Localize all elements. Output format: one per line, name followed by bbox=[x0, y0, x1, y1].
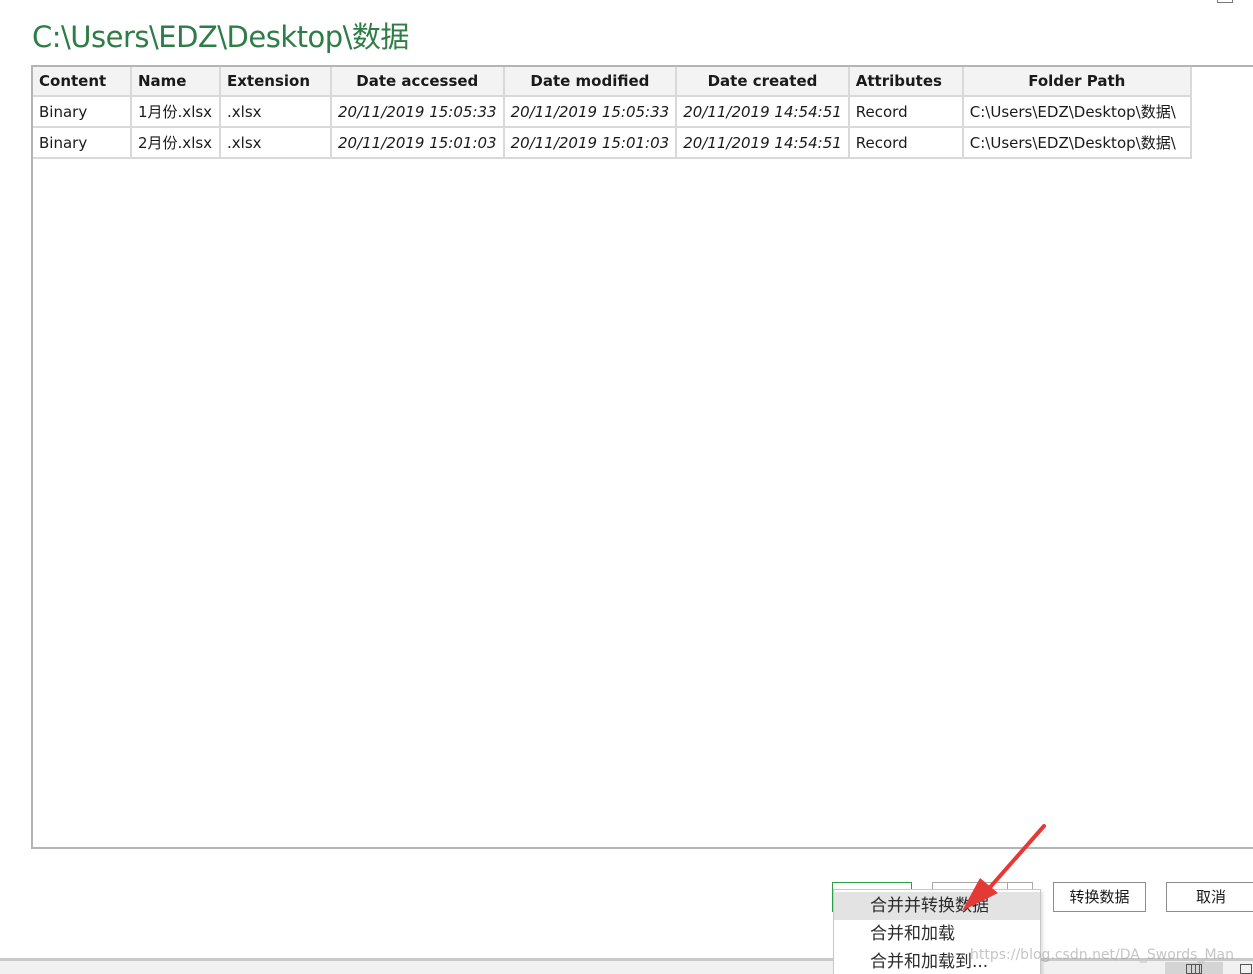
window-corner-icon bbox=[1217, 0, 1233, 3]
data-preview-grid[interactable]: Content Name Extension Date accessed Dat… bbox=[31, 65, 1253, 849]
cell-date-modified: 20/11/2019 15:01:03 bbox=[503, 127, 678, 159]
data-table: Content Name Extension Date accessed Dat… bbox=[33, 67, 1192, 159]
navigator-dialog: C:\Users\EDZ\Desktop\数据 Content Name Ext… bbox=[0, 0, 1253, 974]
column-header-content[interactable]: Content bbox=[33, 67, 132, 97]
column-header-name[interactable]: Name bbox=[131, 67, 221, 97]
column-header-date-accessed[interactable]: Date accessed bbox=[331, 67, 505, 97]
column-header-folder-path[interactable]: Folder Path bbox=[962, 67, 1192, 97]
cell-date-accessed: 20/11/2019 15:01:03 bbox=[331, 127, 505, 159]
cell-name: 2月份.xlsx bbox=[131, 127, 221, 159]
cell-attributes[interactable]: Record bbox=[848, 96, 964, 128]
header-row: Content Name Extension Date accessed Dat… bbox=[33, 67, 1192, 97]
transform-data-button[interactable]: 转换数据 bbox=[1053, 882, 1146, 912]
cancel-button[interactable]: 取消 bbox=[1166, 882, 1253, 912]
table-view-icon[interactable] bbox=[1186, 964, 1202, 974]
menu-item-combine-load[interactable]: 合并和加载 bbox=[834, 920, 1040, 948]
column-header-attributes[interactable]: Attributes bbox=[848, 67, 964, 97]
column-header-date-modified[interactable]: Date modified bbox=[503, 67, 678, 97]
status-bar bbox=[0, 961, 1253, 974]
list-view-icon[interactable] bbox=[1240, 964, 1252, 974]
cell-date-modified: 20/11/2019 15:05:33 bbox=[503, 96, 678, 128]
cell-folder-path: C:\Users\EDZ\Desktop\数据\ bbox=[962, 127, 1192, 159]
cell-name: 1月份.xlsx bbox=[131, 96, 221, 128]
cell-extension: .xlsx bbox=[220, 127, 332, 159]
cell-content[interactable]: Binary bbox=[33, 96, 132, 128]
cell-date-created: 20/11/2019 14:54:51 bbox=[676, 127, 850, 159]
cell-date-created: 20/11/2019 14:54:51 bbox=[676, 96, 850, 128]
menu-item-combine-load-to[interactable]: 合并和加载到... bbox=[834, 948, 1040, 974]
cell-extension: .xlsx bbox=[220, 96, 332, 128]
column-header-extension[interactable]: Extension bbox=[220, 67, 332, 97]
cell-date-accessed: 20/11/2019 15:05:33 bbox=[331, 96, 505, 128]
menu-item-combine-transform[interactable]: 合并并转换数据 bbox=[834, 892, 1040, 920]
cell-attributes[interactable]: Record bbox=[848, 127, 964, 159]
cell-content[interactable]: Binary bbox=[33, 127, 132, 159]
table-row[interactable]: Binary 2月份.xlsx .xlsx 20/11/2019 15:01:0… bbox=[33, 127, 1192, 159]
column-header-date-created[interactable]: Date created bbox=[676, 67, 850, 97]
combine-dropdown-menu: 合并并转换数据 合并和加载 合并和加载到... bbox=[833, 889, 1041, 974]
page-title: C:\Users\EDZ\Desktop\数据 bbox=[32, 20, 409, 54]
cell-folder-path: C:\Users\EDZ\Desktop\数据\ bbox=[962, 96, 1192, 128]
table-row[interactable]: Binary 1月份.xlsx .xlsx 20/11/2019 15:05:3… bbox=[33, 96, 1192, 128]
